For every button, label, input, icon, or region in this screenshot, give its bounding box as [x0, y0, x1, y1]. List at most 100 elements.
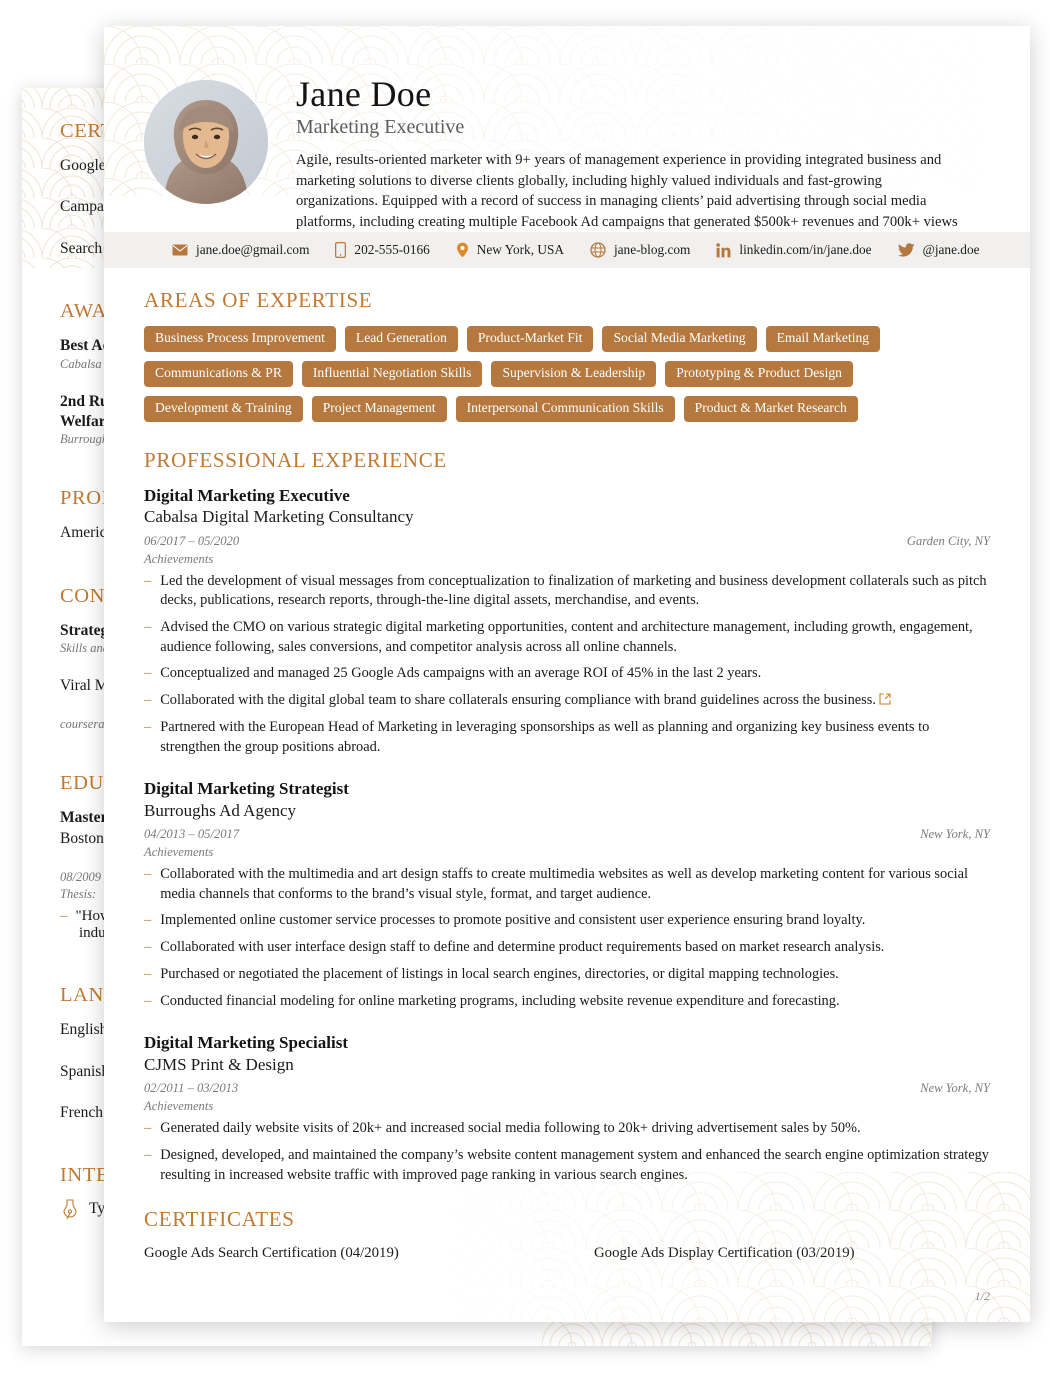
experience-entry: Digital Marketing Executive Cabalsa Digi… [144, 486, 990, 758]
contact-linkedin[interactable]: linkedin.com/in/jane.doe [716, 242, 872, 258]
job-location: New York, NY [920, 1081, 990, 1096]
expertise-tag[interactable]: Product & Market Research [683, 395, 858, 422]
job-title: Digital Marketing Executive [144, 485, 350, 505]
expertise-tag[interactable]: Social Media Marketing [602, 326, 757, 352]
job-bullet-text: Purchased or negotiated the placement of… [160, 965, 839, 982]
expertise-tag[interactable]: Business Process Improvement [144, 326, 336, 352]
contact-bar: jane.doe@gmail.com 202-555-0166 New York… [104, 232, 1030, 268]
bullet-dash-icon: – [144, 1120, 152, 1137]
job-bullet: – Implemented online customer service pr… [144, 911, 990, 931]
resume-header: Jane Doe Marketing Executive Agile, resu… [104, 26, 1030, 232]
job-bullet-text: Partnered with the European Head of Mark… [160, 718, 930, 755]
bullet-dash-icon: – [144, 939, 152, 956]
bullet-dash-icon: – [144, 866, 152, 883]
achievements-label: Achievements [144, 845, 214, 860]
twitter-icon [897, 243, 915, 257]
header-text-block: Jane Doe Marketing Executive Agile, resu… [296, 52, 990, 232]
job-bullet-text: Designed, developed, and maintained the … [160, 1146, 989, 1183]
job-meta: 06/2017 – 05/2020 Garden City, NY [144, 534, 990, 549]
job-company: Cabalsa Digital Marketing Consultancy [144, 507, 414, 527]
contact-website-value: jane-blog.com [613, 242, 691, 257]
contact-website[interactable]: jane-blog.com [590, 242, 690, 258]
globe-icon [590, 242, 606, 258]
job-bullet: – Collaborated with the multimedia and a… [144, 865, 990, 904]
external-link-icon[interactable] [879, 693, 891, 705]
avatar [144, 80, 268, 204]
job-bullet-text: Conceptualized and managed 25 Google Ads… [160, 665, 762, 682]
expertise-tag[interactable]: Interpersonal Communication Skills [455, 395, 675, 422]
section-heading-experience: PROFESSIONAL EXPERIENCE [144, 447, 447, 472]
certificates-section: CERTIFICATES Google Ads Search Certifica… [144, 1207, 990, 1262]
expertise-tag[interactable]: Supervision & Leadership [491, 360, 657, 387]
linkedin-icon [716, 242, 731, 257]
expertise-tag[interactable]: Communications & PR [144, 360, 293, 387]
job-bullet-list: – Collaborated with the multimedia and a… [144, 865, 990, 1011]
resume-page-1[interactable]: Jane Doe Marketing Executive Agile, resu… [104, 26, 1030, 1322]
job-bullet: – Purchased or negotiated the placement … [144, 965, 990, 985]
portrait-photo-icon [144, 80, 268, 204]
contact-phone[interactable]: 202-555-0166 [335, 242, 430, 258]
job-bullet: – Collaborated with user interface desig… [144, 938, 990, 958]
job-bullet-list: – Led the development of visual messages… [144, 572, 990, 758]
job-company: CJMS Print & Design [144, 1054, 294, 1074]
expertise-tag[interactable]: Lead Generation [344, 326, 458, 352]
pen-nib-icon [63, 1199, 77, 1220]
job-bullet-text: Led the development of visual messages f… [160, 572, 987, 609]
job-meta: 02/2011 – 03/2013 New York, NY [144, 1081, 990, 1096]
bullet-dash-icon: – [144, 1146, 152, 1163]
job-title: Digital Marketing Specialist [144, 1033, 348, 1053]
contact-linkedin-value: linkedin.com/in/jane.doe [739, 242, 872, 257]
expertise-tag[interactable]: Prototyping & Product Design [665, 360, 853, 387]
job-bullet-text: Conducted financial modeling for online … [160, 992, 840, 1009]
job-bullet: – Generated daily website visits of 20k+… [144, 1119, 990, 1139]
bullet-dash-icon: – [144, 992, 152, 1009]
bullet-dash-icon: – [144, 572, 152, 589]
job-dates: 02/2011 – 03/2013 [144, 1081, 239, 1096]
job-title: Digital Marketing Strategist [144, 779, 349, 799]
contact-email[interactable]: jane.doe@gmail.com [172, 242, 309, 258]
bullet-dash-icon: – [144, 692, 152, 709]
job-dates: 06/2017 – 05/2020 [144, 533, 240, 548]
job-bullet: – Led the development of visual messages… [144, 572, 990, 611]
job-role-subtitle: Marketing Executive [296, 115, 465, 138]
bullet-dash-icon: – [144, 665, 152, 682]
expertise-tag[interactable]: Project Management [311, 395, 447, 422]
location-pin-icon [456, 242, 468, 258]
section-heading-certificates: CERTIFICATES [144, 1207, 295, 1232]
job-bullet-text: Collaborated with user interface design … [160, 939, 885, 956]
expertise-tag-list: Business Process Improvement Lead Genera… [144, 326, 990, 422]
job-bullet: – Advised the CMO on various strategic d… [144, 618, 990, 657]
bullet-dash-icon: – [60, 908, 68, 925]
expertise-tag[interactable]: Product-Market Fit [466, 326, 594, 352]
expertise-tag[interactable]: Development & Training [144, 395, 303, 422]
certificates-row: Google Ads Search Certification (04/2019… [144, 1245, 990, 1262]
contact-twitter[interactable]: @jane.doe [897, 242, 980, 258]
expertise-tag[interactable]: Email Marketing [765, 326, 881, 352]
job-bullet-text: Collaborated with the multimedia and art… [160, 866, 968, 902]
bullet-dash-icon: – [144, 718, 152, 735]
envelope-icon [172, 244, 188, 256]
phone-icon [335, 242, 347, 258]
achievements-label: Achievements [144, 551, 214, 566]
resume-body: AREAS OF EXPERTISE Business Process Impr… [104, 268, 1030, 1262]
bullet-dash-icon: – [144, 618, 152, 635]
contact-twitter-value: @jane.doe [922, 242, 980, 257]
experience-entry: Digital Marketing Specialist CJMS Print … [144, 1033, 990, 1185]
job-bullet-text: Collaborated with the digital global tea… [160, 692, 876, 709]
section-heading-expertise: AREAS OF EXPERTISE [144, 288, 373, 312]
job-company: Burroughs Ad Agency [144, 800, 297, 820]
expertise-tag[interactable]: Influential Negotiation Skills [301, 360, 483, 387]
contact-location-value: New York, USA [476, 242, 564, 257]
job-bullet: – Partnered with the European Head of Ma… [144, 718, 990, 757]
job-location: New York, NY [920, 827, 990, 842]
profile-summary: Agile, results-oriented marketer with 9+… [296, 151, 958, 230]
job-meta: 04/2013 – 05/2017 New York, NY [144, 827, 990, 842]
job-location: Garden City, NY [906, 533, 990, 548]
certificate-item: Google Ads Display Certification (03/201… [594, 1245, 855, 1262]
contact-location[interactable]: New York, USA [456, 242, 564, 258]
job-bullet: – Conceptualized and managed 25 Google A… [144, 664, 990, 684]
contact-email-value: jane.doe@gmail.com [196, 242, 310, 257]
job-dates: 04/2013 – 05/2017 [144, 827, 240, 842]
certificate-item: Google Ads Search Certification (04/2019… [144, 1245, 399, 1262]
bullet-dash-icon: – [144, 965, 152, 982]
